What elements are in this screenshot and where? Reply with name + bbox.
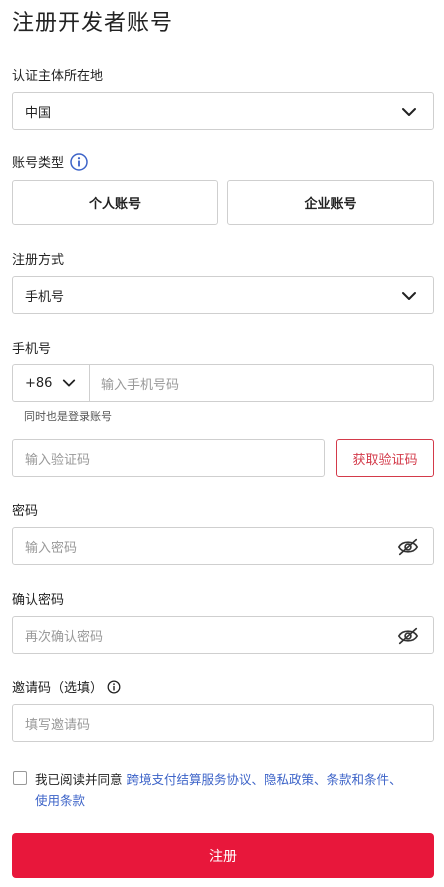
eye-off-icon[interactable]	[397, 626, 419, 646]
chevron-down-icon	[402, 292, 416, 300]
password-label: 密码	[12, 504, 39, 519]
enterprise-account-option[interactable]: 企业账号	[227, 180, 434, 225]
separator: 、	[251, 772, 265, 787]
agreement-checkbox[interactable]	[13, 771, 27, 785]
password-placeholder: 输入密码	[25, 540, 78, 556]
region-select[interactable]: 中国	[12, 92, 434, 130]
register-button[interactable]: 注册	[12, 833, 434, 878]
country-code-select[interactable]: +86	[13, 365, 90, 401]
method-select[interactable]: 手机号	[12, 276, 434, 314]
invite-code-input[interactable]: 填写邀请码	[12, 704, 434, 742]
chevron-down-icon	[402, 108, 416, 116]
link-terms-of-use[interactable]: 使用条款	[35, 793, 85, 808]
phone-input[interactable]: 输入手机号码	[90, 374, 179, 393]
region-label: 认证主体所在地	[12, 69, 104, 84]
link-payment-agreement[interactable]: 跨境支付结算服务协议	[126, 772, 251, 787]
invite-label-row: 邀请码（选填）	[12, 677, 121, 696]
verify-code-input[interactable]: 输入验证码	[12, 439, 325, 477]
eye-off-icon[interactable]	[397, 537, 419, 557]
country-code-value: +86	[25, 375, 53, 391]
separator: 、	[389, 772, 402, 787]
method-value: 手机号	[25, 289, 65, 305]
link-privacy-policy[interactable]: 隐私政策	[264, 772, 314, 787]
method-label: 注册方式	[12, 253, 65, 268]
phone-field: +86 输入手机号码	[12, 364, 434, 402]
phone-hint: 同时也是登录账号	[24, 410, 112, 423]
region-value: 中国	[25, 105, 52, 121]
invite-code-placeholder: 填写邀请码	[25, 717, 91, 733]
phone-label: 手机号	[12, 342, 52, 357]
agreement-prefix: 我已阅读并同意	[35, 772, 127, 787]
agreement-text: 我已阅读并同意 跨境支付结算服务协议、隐私政策、条款和条件、 使用条款	[35, 769, 430, 811]
info-icon[interactable]	[70, 152, 88, 171]
verify-code-placeholder: 输入验证码	[25, 452, 91, 468]
account-type-label-row: 账号类型	[12, 152, 88, 171]
page-title: 注册开发者账号	[12, 11, 174, 36]
account-type-label: 账号类型	[12, 156, 65, 171]
invite-label: 邀请码（选填）	[12, 681, 104, 696]
confirm-password-input[interactable]: 再次确认密码	[12, 616, 434, 654]
get-code-button[interactable]: 获取验证码	[336, 439, 434, 477]
confirm-password-label: 确认密码	[12, 593, 65, 608]
password-input[interactable]: 输入密码	[12, 527, 434, 565]
info-icon[interactable]	[107, 680, 121, 694]
personal-account-option[interactable]: 个人账号	[12, 180, 218, 225]
chevron-down-icon	[63, 379, 76, 387]
confirm-password-placeholder: 再次确认密码	[25, 629, 104, 645]
link-terms-conditions[interactable]: 条款和条件	[327, 772, 390, 787]
separator: 、	[314, 772, 327, 787]
